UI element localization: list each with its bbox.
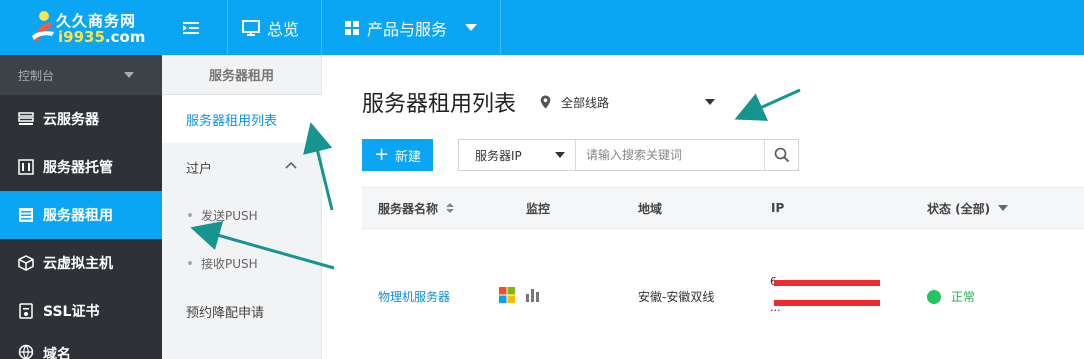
sidebar-item-label: 服务器托管 xyxy=(43,160,113,176)
bar-chart-icon[interactable] xyxy=(525,287,541,303)
subnav-item-send-push[interactable]: 发送PUSH xyxy=(162,191,321,239)
sidebar-item-domain[interactable]: 域名 xyxy=(0,335,162,359)
column-header-monitor: 监控 xyxy=(526,201,551,216)
column-header-status-filter[interactable]: 状态 (全部) xyxy=(927,188,1009,228)
sub-sidebar: 服务器租用 服务器租用列表 过户 发送PUSH 接收PUSH 预约降配申请 xyxy=(162,55,323,359)
sub-sidebar-title: 服务器租用 xyxy=(162,55,321,95)
subnav-child-label: 接收PUSH xyxy=(201,256,258,271)
menu-collapse-icon xyxy=(182,21,199,34)
search-icon xyxy=(774,147,789,163)
bullet-icon xyxy=(188,213,192,217)
nav-overview-label: 总览 xyxy=(267,19,300,39)
list-icon xyxy=(18,111,34,127)
sidebar-item-cloud-server[interactable]: 云服务器 xyxy=(0,95,162,143)
redaction-bar xyxy=(774,280,880,286)
monitor-icon xyxy=(242,19,260,36)
region-cell: 安徽-安徽双线 xyxy=(638,290,715,304)
bullet-icon xyxy=(188,261,192,265)
windows-icon xyxy=(499,287,515,303)
redaction-bar xyxy=(774,300,880,306)
sidebar-item-ssl[interactable]: SSL证书 xyxy=(0,287,162,335)
chevron-down-icon xyxy=(124,72,134,78)
top-bar: 久久商务网 i9935.com 总览 产品与服务 xyxy=(0,0,1084,55)
location-pin-icon xyxy=(540,95,551,109)
subnav-item-downgrade-request[interactable]: 预约降配申请 xyxy=(162,287,321,335)
sidebar-console-toggle[interactable]: 控制台 xyxy=(0,55,162,95)
certificate-icon xyxy=(18,303,34,319)
subnav-group-transfer[interactable]: 过户 xyxy=(162,143,321,191)
status-dot-icon xyxy=(927,289,941,304)
sidebar-item-hosting[interactable]: 服务器托管 xyxy=(0,143,162,191)
sidebar-header-label: 控制台 xyxy=(18,68,55,83)
region-filter-dropdown[interactable]: 全部线路 xyxy=(540,90,720,114)
brand-domain-num: i9935 xyxy=(58,28,105,46)
search-button[interactable] xyxy=(764,140,798,170)
nav-products-dropdown[interactable]: 产品与服务 xyxy=(322,0,500,55)
search-input[interactable] xyxy=(586,145,761,165)
monitor-cell xyxy=(499,287,541,303)
column-header-name[interactable]: 服务器名称 xyxy=(378,188,455,228)
sort-icon xyxy=(446,203,455,213)
table-icon xyxy=(18,207,34,223)
column-name-label: 服务器名称 xyxy=(378,201,439,216)
table-header: 服务器名称 监控 地域 IP 状态 (全部) xyxy=(362,187,1084,229)
table-row: 物理机服务器 安徽-安徽双线 6... ... 正常 xyxy=(362,229,1084,359)
search-field-select[interactable]: 服务器IP xyxy=(459,140,576,170)
sidebar-item-label: 云服务器 xyxy=(43,112,99,128)
column-header-region: 地域 xyxy=(638,201,663,216)
status-label: 正常 xyxy=(951,290,976,304)
sidebar-item-virtual-host[interactable]: 云虚拟主机 xyxy=(0,239,162,287)
chevron-up-icon xyxy=(285,161,297,169)
sidebar: 控制台 云服务器 服务器托管 服务器租用 云虚拟主机 SSL证书 域名 xyxy=(0,55,162,359)
sidebar-item-label: 服务器租用 xyxy=(43,208,113,224)
subnav-group-label: 过户 xyxy=(186,161,213,177)
search-box: 服务器IP xyxy=(458,139,799,171)
chevron-down-icon xyxy=(555,152,565,158)
new-button-label: 新建 xyxy=(395,149,422,165)
sidebar-item-label: SSL证书 xyxy=(43,304,100,320)
globe-icon xyxy=(18,344,34,359)
sidebar-item-label: 域名 xyxy=(43,347,71,359)
region-filter-value: 全部线路 xyxy=(561,95,610,110)
subnav-child-label: 发送PUSH xyxy=(201,208,258,223)
nav-products-label: 产品与服务 xyxy=(367,19,448,39)
sidebar-item-label: 云虚拟主机 xyxy=(43,256,113,272)
grid-icon xyxy=(345,20,359,35)
sidebar-item-server-rental[interactable]: 服务器租用 xyxy=(0,191,162,239)
chevron-down-icon xyxy=(465,24,478,31)
chevron-down-icon xyxy=(705,99,715,105)
column-status-label: 状态 (全部) xyxy=(927,201,991,216)
server-name-link[interactable]: 物理机服务器 xyxy=(378,288,450,305)
plus-icon: + xyxy=(373,144,390,165)
cube-icon xyxy=(18,255,34,271)
logo-mark-icon xyxy=(32,11,54,42)
column-header-ip: IP xyxy=(771,201,785,215)
annotation-arrow xyxy=(734,88,801,121)
rack-icon xyxy=(18,159,34,175)
subnav-item-server-list[interactable]: 服务器租用列表 xyxy=(162,95,323,143)
nav-overview[interactable]: 总览 xyxy=(228,0,320,55)
subnav-item-receive-push[interactable]: 接收PUSH xyxy=(162,239,321,287)
chevron-down-icon xyxy=(998,205,1009,211)
menu-collapse-button[interactable] xyxy=(162,0,226,55)
search-field-value: 服务器IP xyxy=(475,148,522,163)
page-title: 服务器租用列表 xyxy=(362,92,517,117)
brand-logo[interactable]: 久久商务网 i9935.com xyxy=(0,0,162,55)
new-server-button[interactable]: + 新建 xyxy=(362,139,433,171)
brand-domain-tld: .com xyxy=(104,28,146,46)
status-badge: 正常 xyxy=(927,288,975,305)
brand-domain: i9935.com xyxy=(58,28,145,46)
